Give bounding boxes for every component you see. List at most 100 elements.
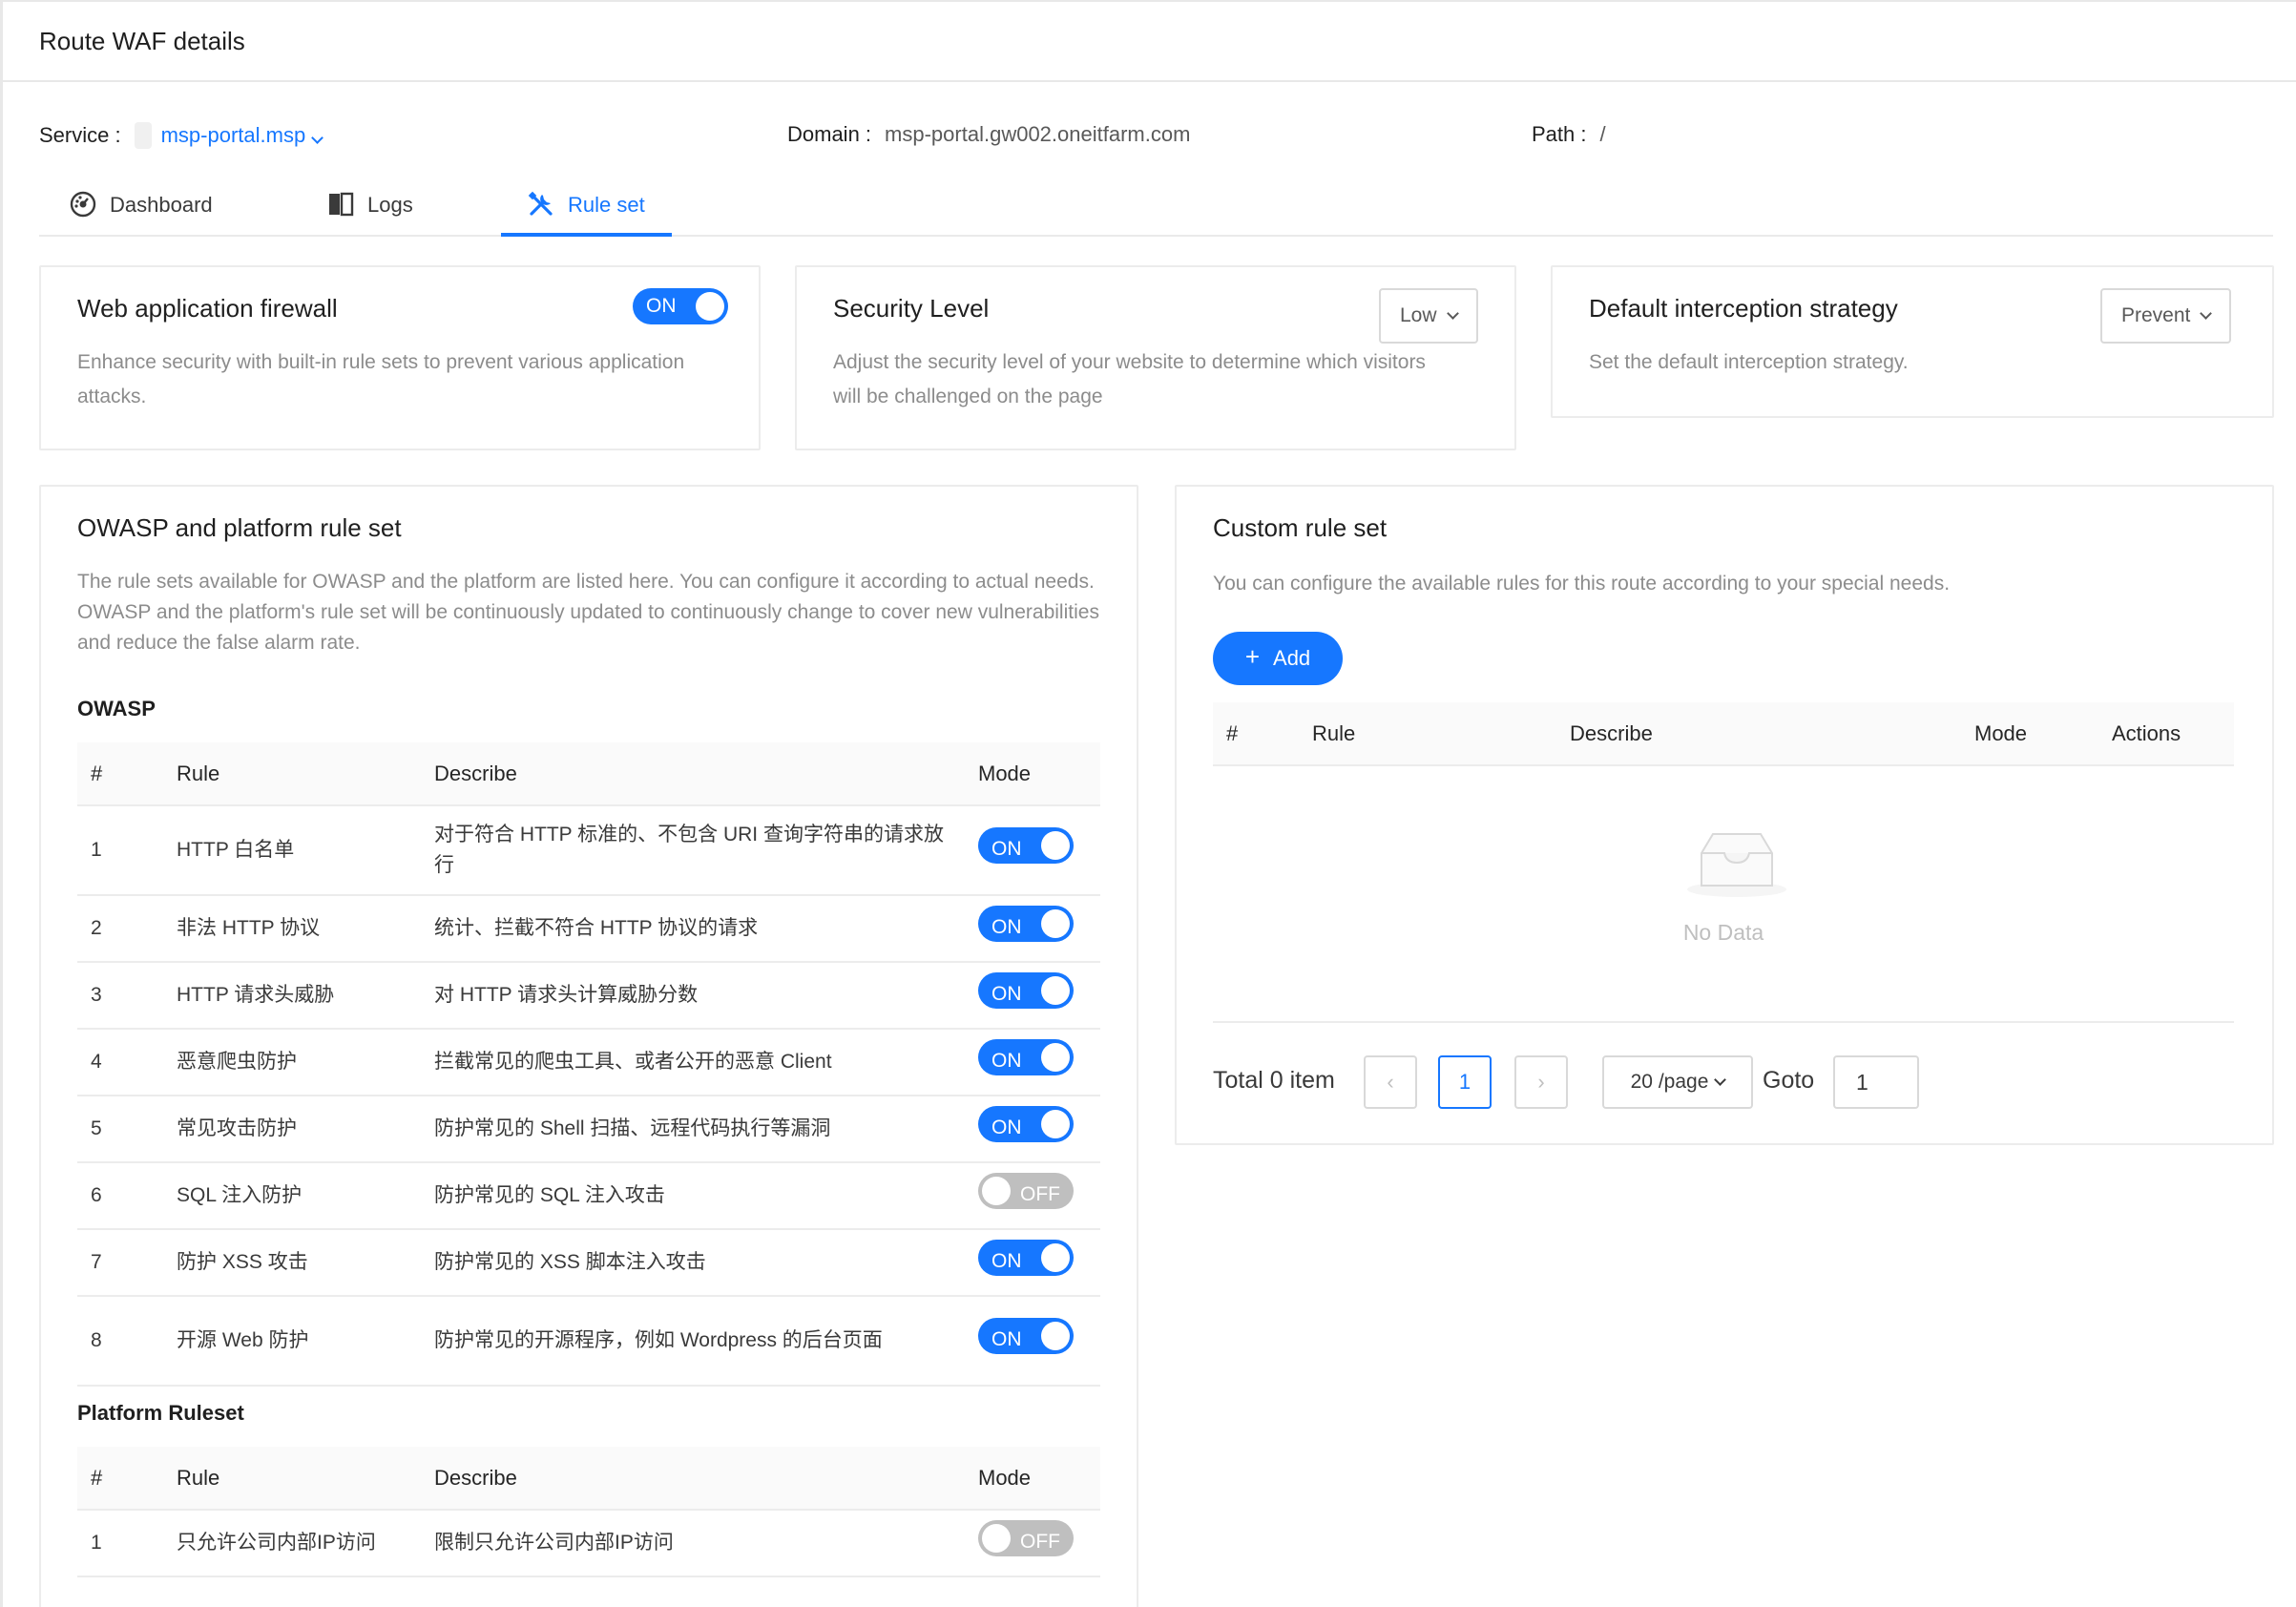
tab-dashboard-label: Dashboard [110, 193, 213, 217]
tab-rule-set[interactable]: Rule set [501, 191, 672, 237]
service-value: msp-portal.msp [160, 123, 306, 147]
prev-page-button[interactable]: ‹ [1364, 1055, 1417, 1109]
toggle-knob [696, 292, 724, 321]
rule-number: 8 [77, 1296, 177, 1387]
rule-mode-toggle[interactable]: ON [978, 1106, 1074, 1142]
toggle-knob [1041, 831, 1070, 860]
waf-toggle[interactable]: ON [633, 288, 728, 324]
table-row: 6 SQL 注入防护 防护常见的 SQL 注入攻击 OFF [77, 1162, 1100, 1230]
page-1-button[interactable]: 1 [1438, 1055, 1492, 1109]
owasp-rule-set-card: OWASP and platform rule set The rule set… [39, 485, 1138, 1607]
service-select[interactable]: msp-portal.msp [160, 123, 324, 148]
tools-icon [528, 191, 553, 216]
interception-value: Prevent [2121, 304, 2191, 326]
toggle-knob [1041, 909, 1070, 938]
rule-number: 3 [77, 962, 177, 1030]
table-row: 3 HTTP 请求头威胁对 HTTP 请求头计算威胁分数 ON [77, 962, 1100, 1030]
security-level-description: Adjust the security level of your websit… [833, 351, 1426, 407]
service-field: Service : msp-portal.msp [39, 122, 324, 149]
rule-mode-cell: ON [978, 1229, 1100, 1297]
security-level-select[interactable]: Low [1379, 288, 1478, 344]
path-field: Path : / [1532, 122, 1606, 147]
chevron-left-icon: ‹ [1387, 1070, 1394, 1094]
rule-name: 常见攻击防护 [177, 1096, 434, 1163]
rule-description: 对 HTTP 请求头计算威胁分数 [434, 962, 978, 1030]
rule-mode-toggle[interactable]: ON [978, 1039, 1074, 1075]
empty-inbox-icon [1687, 833, 1786, 897]
toggle-knob [1041, 976, 1070, 1005]
table-header-row: # Rule Describe Mode [77, 1447, 1100, 1511]
tab-bar: Dashboard Logs Rule set [39, 183, 2273, 237]
rule-number: 1 [77, 805, 177, 896]
toggle-knob [982, 1177, 1011, 1205]
rule-mode-toggle[interactable]: ON [978, 906, 1074, 942]
rule-mode-cell: ON [978, 805, 1100, 896]
rule-mode-toggle[interactable]: OFF [978, 1173, 1074, 1209]
toggle-state: OFF [1020, 1531, 1060, 1553]
security-level-card: Security Level Low Adjust the security l… [795, 265, 1516, 450]
owasp-heading: OWASP [77, 697, 156, 720]
goto-label: Goto [1763, 1067, 1815, 1094]
table-header-row: # Rule Describe Mode Actions [1213, 702, 2234, 766]
rule-mode-cell: ON [978, 895, 1100, 963]
platform-table: # Rule Describe Mode 1 只允许公司内部IP访问 限制只允许公司… [77, 1447, 1100, 1577]
tab-logs[interactable]: Logs [327, 192, 413, 237]
col-num: # [77, 742, 177, 806]
rule-mode-toggle[interactable]: ON [978, 1240, 1074, 1276]
rule-mode-toggle[interactable]: ON [978, 972, 1074, 1009]
table-row: 2 非法 HTTP 协议 统计、拦截不符合 HTTP 协议的请求 ON [77, 895, 1100, 963]
add-rule-button[interactable]: + Add [1213, 632, 1343, 685]
goto-value: 1 [1856, 1069, 1868, 1095]
col-describe: Describe [1570, 702, 1974, 766]
service-color-chip [134, 122, 152, 149]
next-page-button[interactable]: › [1514, 1055, 1568, 1109]
toggle-state: ON [991, 983, 1022, 1005]
waf-description: Enhance security with built-in rule sets… [77, 351, 685, 407]
rule-description: 对于符合 HTTP 标准的、不包含 URI 查询字符串的请求放行 [434, 805, 978, 896]
col-mode: Mode [1974, 702, 2112, 766]
rule-name: 只允许公司内部IP访问 [177, 1510, 434, 1577]
toggle-state: ON [991, 1328, 1022, 1350]
platform-table-body: 1 只允许公司内部IP访问 限制只允许公司内部IP访问 OFF [77, 1510, 1100, 1577]
security-level-value: Low [1400, 304, 1437, 326]
col-mode: Mode [978, 742, 1100, 806]
chevron-right-icon: › [1537, 1070, 1545, 1094]
rule-mode-cell: ON [978, 1296, 1100, 1387]
rule-number: 2 [77, 895, 177, 963]
table-row: 7 防护 XSS 攻击 防护常见的 XSS 脚本注入攻击 ON [77, 1229, 1100, 1297]
table-row: 1 HTTP 白名单 对于符合 HTTP 标准的、不包含 URI 查询字符串的请求放… [77, 805, 1100, 896]
rule-description: 防护常见的 SQL 注入攻击 [434, 1162, 978, 1230]
col-num: # [1213, 702, 1312, 766]
rule-description: 限制只允许公司内部IP访问 [434, 1510, 978, 1577]
owasp-table: # Rule Describe Mode 1 HTTP 白名单 对于符合 HTTP … [77, 742, 1100, 1387]
tab-dashboard[interactable]: Dashboard [70, 191, 213, 237]
table-row: 8 开源 Web 防护 防护常见的开源程序，例如 Wordpress 的后台页面 ON [77, 1296, 1100, 1387]
domain-field: Domain : msp-portal.gw002.oneitfarm.com [787, 122, 1190, 147]
plus-icon: + [1244, 642, 1261, 671]
rule-mode-toggle[interactable]: ON [978, 827, 1074, 864]
col-num: # [77, 1447, 177, 1511]
waf-card: Web application firewall ON Enhance secu… [39, 265, 761, 450]
table-row: 4 恶意爬虫防护 拦截常见的爬虫工具、或者公开的恶意 Client ON [77, 1029, 1100, 1096]
rule-number: 1 [77, 1510, 177, 1577]
goto-input[interactable]: 1 [1833, 1055, 1919, 1109]
interception-select[interactable]: Prevent [2100, 288, 2232, 344]
col-describe: Describe [434, 1447, 978, 1511]
rule-mode-toggle[interactable]: OFF [978, 1520, 1074, 1556]
toggle-knob [1041, 1043, 1070, 1072]
path-label: Path : [1532, 122, 1587, 146]
rule-mode-toggle[interactable]: ON [978, 1318, 1074, 1354]
chevron-down-icon [311, 132, 324, 144]
rule-name: 非法 HTTP 协议 [177, 895, 434, 963]
owasp-table-body: 1 HTTP 白名单 对于符合 HTTP 标准的、不包含 URI 查询字符串的请求放… [77, 805, 1100, 1387]
owasp-card-title: OWASP and platform rule set [77, 513, 402, 542]
custom-card-title: Custom rule set [1213, 513, 1388, 542]
interception-description: Set the default interception strategy. [1589, 351, 1909, 373]
page-size-value: 20 /page [1630, 1071, 1709, 1093]
page-size-select[interactable]: 20 /page [1602, 1055, 1753, 1109]
col-rule: Rule [177, 742, 434, 806]
table-row: 5 常见攻击防护 防护常见的 Shell 扫描、远程代码执行等漏洞 ON [77, 1096, 1100, 1163]
col-rule: Rule [1312, 702, 1570, 766]
rule-description: 防护常见的开源程序，例如 Wordpress 的后台页面 [434, 1296, 978, 1387]
dashboard-icon [70, 191, 96, 218]
